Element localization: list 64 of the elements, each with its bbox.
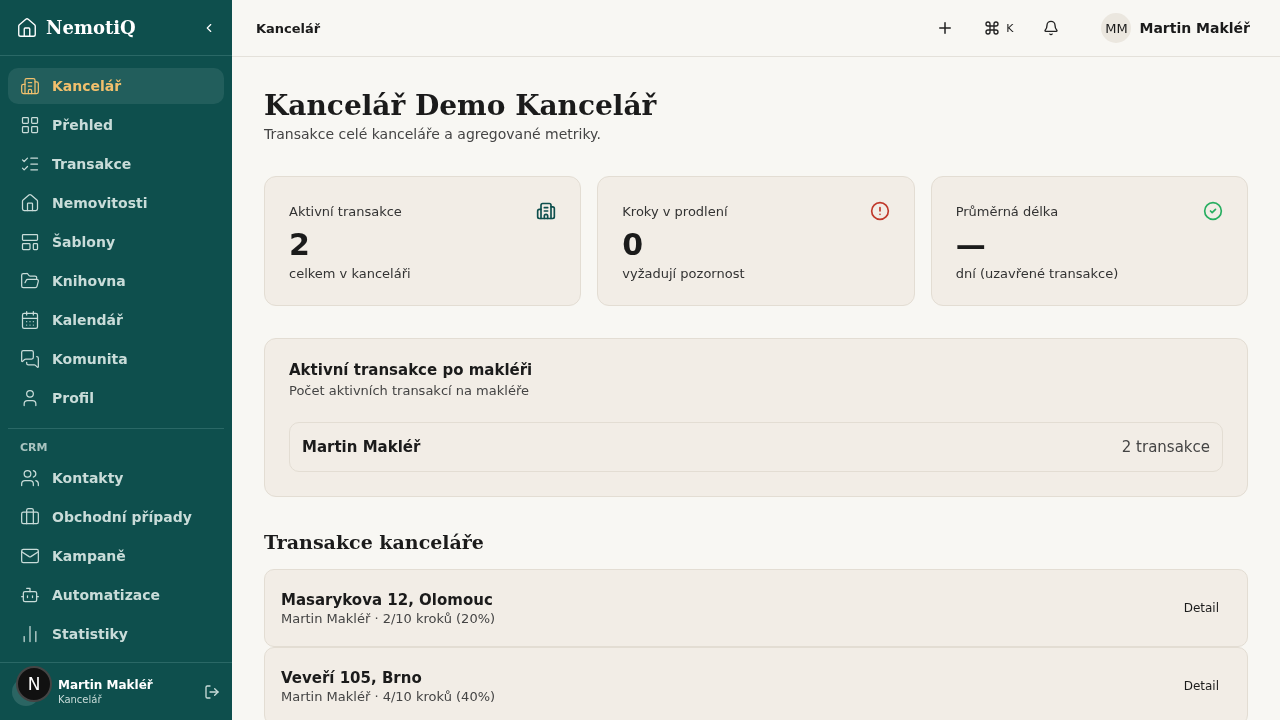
nav-item[interactable]: Přehled — [8, 107, 224, 143]
transaction-meta: Martin Makléř · 2/10 kroků (20%) — [281, 610, 497, 626]
nav-item[interactable]: Profil — [8, 380, 224, 416]
nav-item[interactable]: Kalendář — [8, 302, 224, 338]
calendar-icon — [20, 310, 40, 330]
bell-icon — [1043, 20, 1060, 36]
transaction-row[interactable]: Masarykova 12, Olomouc Martin Makléř · 2/10 kroků (20%) Detail — [264, 569, 1248, 647]
section-heading: CRM — [19, 440, 49, 456]
house-icon — [20, 193, 40, 213]
nav-item[interactable]: Kancelář — [8, 68, 224, 104]
chat-icon — [20, 349, 40, 369]
breadcrumb[interactable]: Kancelář — [256, 20, 913, 36]
stat-value: 0 — [622, 227, 645, 262]
stat-note: vyžadují pozornost — [622, 266, 746, 281]
nav-item[interactable]: Komunita — [8, 341, 224, 377]
page-subtitle: Transakce celé kanceláře a agregované metriky. — [264, 126, 602, 142]
nav-item[interactable]: Knihovna — [8, 263, 224, 299]
nav-item[interactable]: Kampaně — [8, 538, 224, 574]
users-icon — [20, 468, 40, 488]
transaction-address: Veveří 105, Brno — [281, 668, 423, 687]
stat-label: Aktivní transakce — [289, 203, 402, 219]
detail-button[interactable]: Detail — [1171, 673, 1231, 699]
nav-item[interactable]: Statistiky — [8, 616, 224, 652]
nav-item[interactable]: Automatizace — [8, 577, 224, 613]
command-button[interactable]: K — [978, 14, 1020, 42]
logo-icon — [16, 16, 38, 39]
agent-name: Martin Makléř — [302, 438, 421, 456]
building-icon — [536, 201, 557, 221]
user-role: Kancelář — [58, 694, 103, 705]
nav-item[interactable]: Kontakty — [8, 460, 224, 496]
stat-note: dní (uzavřené transakce) — [955, 266, 1120, 281]
logo: NemotiQ — [46, 17, 137, 38]
command-icon — [984, 20, 1001, 36]
nav-item[interactable]: Transakce — [8, 146, 224, 182]
user-name: Martin Makléř — [58, 678, 154, 692]
check-circle-icon — [1203, 201, 1223, 221]
transaction-meta: Martin Makléř · 4/10 kroků (40%) — [281, 688, 497, 704]
nav-item[interactable]: Nemovitosti — [8, 185, 224, 221]
stat-label: Kroky v prodlení — [622, 203, 728, 219]
transaction-row[interactable]: Veveří 105, Brno Martin Makléř · 4/10 kroků (40%) Detail — [264, 647, 1248, 720]
detail-button[interactable]: Detail — [1171, 595, 1231, 621]
nav-item[interactable]: Obchodní případy — [8, 499, 224, 535]
dev-badge[interactable]: N — [16, 666, 52, 702]
layout-icon — [20, 232, 40, 252]
panel-title: Aktivní transakce po makléři — [289, 361, 534, 379]
stat-label: Průměrná délka — [955, 203, 1059, 219]
stat-value: 2 — [289, 227, 311, 262]
stat-note: celkem v kanceláři — [289, 266, 412, 281]
section-title: Transakce kanceláře — [264, 531, 485, 553]
mail-icon — [20, 546, 40, 566]
building-icon — [20, 76, 40, 96]
stat-value: — — [955, 227, 987, 262]
briefcase-icon — [20, 507, 40, 527]
transaction-count: 2 transakce — [1121, 438, 1210, 456]
logout-icon[interactable] — [204, 683, 220, 700]
alert-icon — [869, 201, 890, 221]
grid-icon — [20, 115, 40, 135]
panel-subtitle: Počet aktivních transakcí na makléře — [289, 383, 530, 398]
transaction-address: Masarykova 12, Olomouc — [281, 590, 494, 609]
user-menu[interactable]: MM Martin Makléř — [1095, 12, 1256, 44]
robot-icon — [20, 585, 40, 605]
nav-item[interactable]: Šablony — [8, 224, 224, 260]
folder-icon — [20, 271, 40, 291]
page-title: Kancelář Demo Kancelář — [264, 89, 658, 122]
